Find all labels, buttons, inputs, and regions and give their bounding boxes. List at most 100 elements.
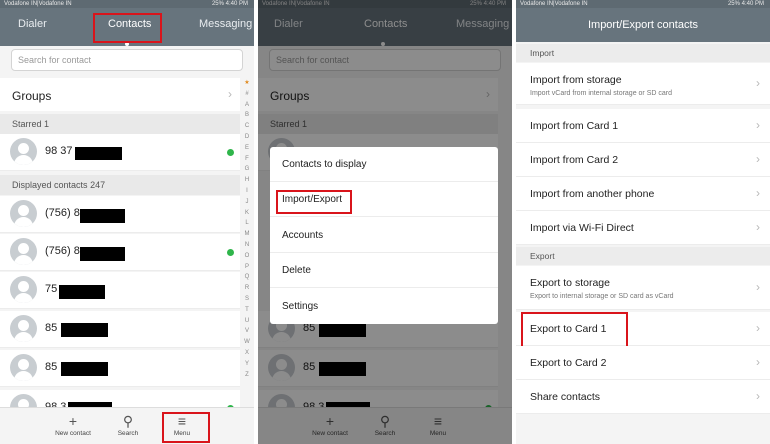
- alpha-letter[interactable]: H: [242, 175, 252, 186]
- alpha-letter[interactable]: W: [242, 337, 252, 348]
- contact-name: 75: [45, 283, 58, 295]
- row-label: Share contacts: [530, 391, 601, 403]
- row-label: Export to storage: [530, 277, 610, 289]
- alpha-letter[interactable]: L: [242, 218, 252, 229]
- search-icon: ⚲: [122, 413, 134, 429]
- alpha-letter[interactable]: D: [242, 132, 252, 143]
- alpha-letter[interactable]: B: [242, 110, 252, 121]
- chevron-right-icon: ›: [228, 87, 232, 101]
- alpha-letter[interactable]: I: [242, 186, 252, 197]
- alpha-letter[interactable]: C: [242, 121, 252, 132]
- import-from-another-phone-row[interactable]: Import from another phone ›: [516, 177, 770, 211]
- alpha-letter[interactable]: T: [242, 305, 252, 316]
- import-export-screen: Vodafone IN|Vodafone IN 25% 4:40 PM Impo…: [516, 0, 770, 444]
- displayed-section-header: Displayed contacts 247: [0, 175, 240, 195]
- chevron-right-icon: ›: [756, 117, 760, 132]
- contact-row[interactable]: 85: [0, 350, 240, 387]
- chevron-right-icon: ›: [756, 219, 760, 234]
- avatar: [10, 315, 37, 342]
- import-from-storage-row[interactable]: Import from storage Import vCard from in…: [516, 63, 770, 105]
- chevron-right-icon: ›: [756, 151, 760, 166]
- chevron-right-icon: ›: [756, 279, 760, 294]
- contact-row[interactable]: (756) 8: [0, 234, 240, 271]
- avatar: [10, 238, 37, 265]
- row-sublabel: Export to internal storage or SD card as…: [530, 293, 674, 300]
- export-to-card2-row[interactable]: Export to Card 2 ›: [516, 346, 770, 380]
- alpha-letter[interactable]: N: [242, 240, 252, 251]
- alpha-letter[interactable]: A: [242, 100, 252, 111]
- alpha-letter[interactable]: #: [242, 89, 252, 100]
- alpha-letter[interactable]: F: [242, 154, 252, 165]
- new-contact-label: New contact: [55, 430, 91, 437]
- contact-name: (756) 8: [45, 207, 80, 219]
- status-right: 25% 4:40 PM: [211, 1, 248, 7]
- chevron-right-icon: ›: [756, 388, 760, 403]
- contact-row[interactable]: (756) 8: [0, 196, 240, 233]
- starred-section-header: Starred 1: [0, 114, 240, 134]
- alpha-letter[interactable]: G: [242, 164, 252, 175]
- alpha-letter[interactable]: P: [242, 262, 252, 273]
- contact-name: (756) 8: [45, 245, 80, 257]
- alpha-letter[interactable]: Q: [242, 272, 252, 283]
- import-via-wifi-direct-row[interactable]: Import via Wi-Fi Direct ›: [516, 211, 770, 245]
- alpha-letter[interactable]: Z: [242, 370, 252, 381]
- contact-row[interactable]: 85: [0, 311, 240, 348]
- alpha-letter[interactable]: K: [242, 208, 252, 219]
- redaction-bar: [75, 147, 122, 160]
- import-section-header: Import: [516, 44, 770, 62]
- import-from-card1-row[interactable]: Import from Card 1 ›: [516, 109, 770, 143]
- groups-label: Groups: [12, 89, 52, 103]
- starred-label: Starred: [12, 119, 42, 129]
- alpha-letter[interactable]: O: [242, 251, 252, 262]
- menu-item-accounts[interactable]: Accounts: [270, 218, 498, 254]
- highlight-contacts-tab: [93, 13, 162, 43]
- groups-row[interactable]: Groups ›: [0, 78, 240, 111]
- options-menu: Contacts to display Import/Export Accoun…: [270, 147, 498, 324]
- avatar: [10, 138, 37, 165]
- menu-item-delete[interactable]: Delete: [270, 253, 498, 289]
- row-label: Import from storage: [530, 74, 622, 86]
- import-from-card2-row[interactable]: Import from Card 2 ›: [516, 143, 770, 177]
- highlight-menu-button: [162, 412, 210, 443]
- search-button[interactable]: ⚲ Search: [103, 412, 153, 437]
- row-label: Export to Card 2: [530, 357, 607, 369]
- tab-messaging[interactable]: Messaging: [199, 18, 252, 30]
- tab-dialer[interactable]: Dialer: [18, 18, 47, 30]
- status-bar: Vodafone IN|Vodafone IN 25% 4:40 PM: [0, 0, 254, 8]
- alpha-letter[interactable]: M: [242, 229, 252, 240]
- alpha-letter[interactable]: J: [242, 197, 252, 208]
- chevron-right-icon: ›: [756, 320, 760, 335]
- menu-item-contacts-to-display[interactable]: Contacts to display: [270, 147, 498, 183]
- starred-count: 1: [44, 119, 50, 129]
- alpha-letter[interactable]: S: [242, 294, 252, 305]
- chevron-right-icon: ›: [756, 185, 760, 200]
- contact-name: 85: [45, 322, 58, 334]
- alpha-letter[interactable]: X: [242, 348, 252, 359]
- alpha-letter[interactable]: R: [242, 283, 252, 294]
- alphabet-index[interactable]: ★ # A B C D E F G H I J K L M N O P Q R …: [242, 78, 252, 380]
- contact-row[interactable]: 98 37: [0, 134, 240, 171]
- status-right: 25% 4:40 PM: [727, 1, 764, 7]
- alpha-star[interactable]: ★: [242, 78, 252, 89]
- whatsapp-icon: [227, 149, 234, 156]
- export-to-storage-row[interactable]: Export to storage Export to internal sto…: [516, 266, 770, 310]
- share-contacts-row[interactable]: Share contacts ›: [516, 380, 770, 414]
- alpha-letter[interactable]: U: [242, 316, 252, 327]
- alpha-letter[interactable]: Y: [242, 359, 252, 370]
- page-title: Import/Export contacts: [516, 8, 770, 42]
- contacts-screen: Vodafone IN|Vodafone IN 25% 4:40 PM Dial…: [0, 0, 254, 444]
- displayed-label: Displayed contacts: [12, 180, 88, 190]
- displayed-count: 247: [90, 180, 106, 190]
- highlight-import-export: [276, 190, 352, 214]
- chevron-right-icon: ›: [756, 75, 760, 90]
- new-contact-button[interactable]: + New contact: [48, 412, 98, 437]
- contact-row[interactable]: 75: [0, 272, 240, 309]
- menu-item-settings[interactable]: Settings: [270, 289, 498, 324]
- bottom-nav: + New contact ⚲ Search ≡ Menu: [0, 407, 254, 444]
- status-bar: Vodafone IN|Vodafone IN 25% 4:40 PM: [516, 0, 770, 8]
- redaction-bar: [59, 285, 105, 299]
- alpha-letter[interactable]: E: [242, 143, 252, 154]
- avatar: [10, 200, 37, 227]
- search-input[interactable]: Search for contact: [11, 49, 243, 71]
- alpha-letter[interactable]: V: [242, 326, 252, 337]
